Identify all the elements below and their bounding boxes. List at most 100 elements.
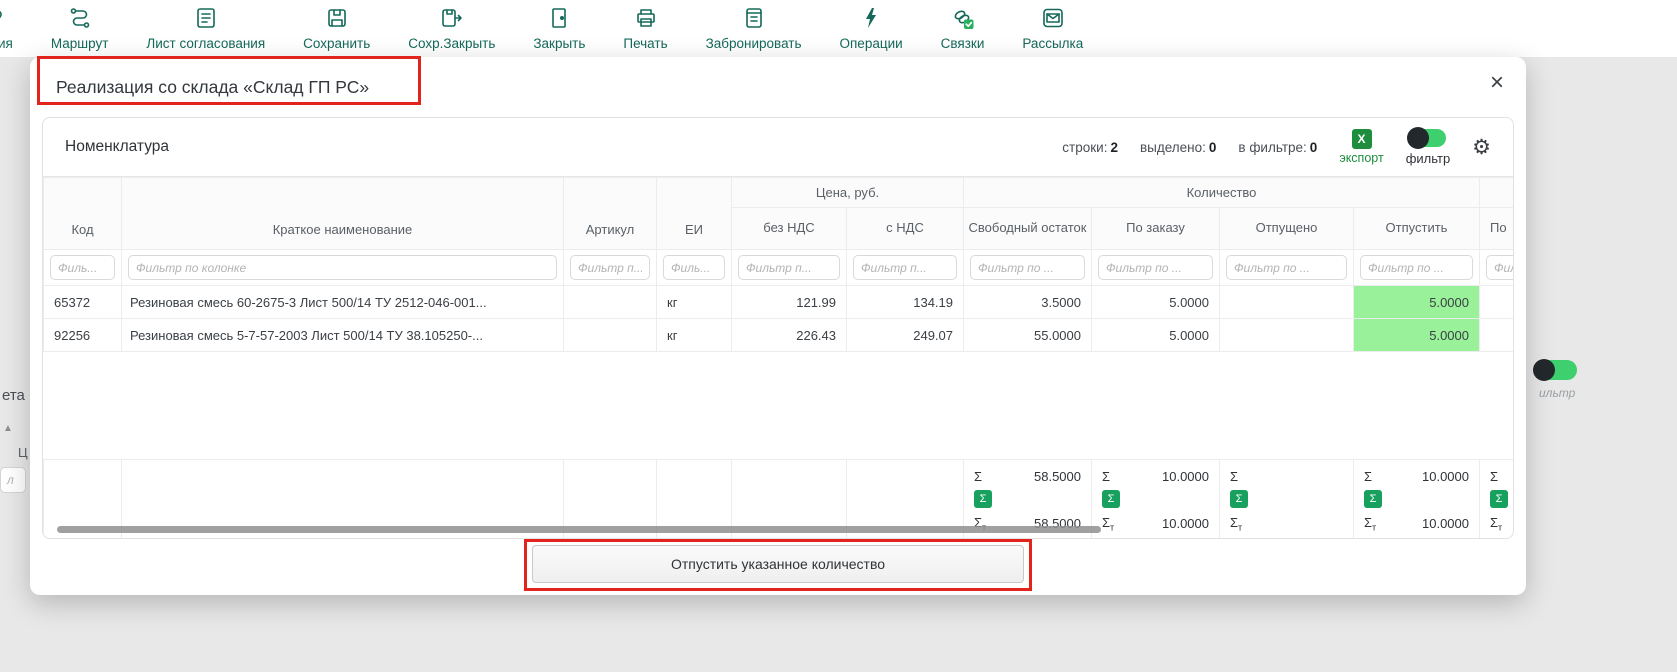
background-filter-toggle bbox=[1537, 360, 1577, 380]
filter-toggle[interactable]: фильтр bbox=[1406, 129, 1450, 166]
sum-filtered-button[interactable]: Σ bbox=[1230, 490, 1248, 508]
toolbar-label: Печать bbox=[623, 36, 667, 51]
cell-ordered: 5.0000 bbox=[1092, 286, 1220, 319]
background-left-fragment: ета ▲ Ц л bbox=[0, 327, 30, 587]
excel-export-button[interactable]: X экспорт bbox=[1339, 129, 1383, 165]
filter-input-unit[interactable] bbox=[663, 255, 725, 280]
horizontal-scrollbar[interactable] bbox=[57, 526, 1101, 533]
toolbar-links[interactable]: Связки bbox=[941, 6, 985, 51]
save-icon bbox=[325, 6, 349, 33]
reserve-icon bbox=[742, 6, 766, 33]
cell-article bbox=[564, 319, 657, 352]
sum-filtered-button[interactable]: Σ bbox=[1102, 490, 1120, 508]
filter-input-price-no-vat[interactable] bbox=[738, 255, 840, 280]
print-icon bbox=[634, 6, 658, 33]
approval-sheet-icon bbox=[194, 6, 218, 33]
cell-released bbox=[1220, 286, 1354, 319]
cell-cutoff bbox=[1480, 319, 1514, 352]
table-row[interactable]: 92256 Резиновая смесь 5-7-57-2003 Лист 5… bbox=[44, 319, 1514, 352]
toolbar-attachments[interactable]: жения bbox=[0, 6, 13, 51]
toolbar-print[interactable]: Печать bbox=[623, 6, 667, 51]
cell-free-stock: 55.0000 bbox=[964, 319, 1092, 352]
filter-input-released[interactable] bbox=[1226, 255, 1347, 280]
toolbar-mailing[interactable]: Рассылка bbox=[1022, 6, 1083, 51]
toggle-track bbox=[1410, 129, 1446, 147]
column-header-name[interactable]: Краткое наименование bbox=[122, 178, 564, 250]
selected-count: выделено:0 bbox=[1140, 140, 1216, 155]
column-header-unit[interactable]: ЕИ bbox=[657, 178, 732, 250]
filter-input-article[interactable] bbox=[570, 255, 650, 280]
column-header-free-stock[interactable]: Свободный остаток bbox=[964, 208, 1092, 250]
toolbar-label: Связки bbox=[941, 36, 985, 51]
toolbar-save-close[interactable]: Сохр.Закрыть bbox=[408, 6, 495, 51]
close-icon[interactable]: × bbox=[1490, 71, 1504, 95]
release-quantity-button[interactable]: Отпустить указанное количество bbox=[532, 545, 1024, 583]
nomenclature-panel: Номенклатура строки:2 выделено:0 в фильт… bbox=[42, 117, 1514, 539]
sum-filtered-button[interactable]: Σ bbox=[1364, 490, 1382, 508]
toolbar-label: Рассылка bbox=[1022, 36, 1083, 51]
filter-toggle-label: фильтр bbox=[1406, 151, 1450, 166]
toolbar-label: Забронировать bbox=[706, 36, 802, 51]
toggle-knob bbox=[1533, 359, 1555, 381]
column-header-ordered[interactable]: По заказу bbox=[1092, 208, 1220, 250]
filter-input-cutoff[interactable] bbox=[1486, 255, 1513, 280]
realization-modal: Реализация со склада «Склад ГП РС» × Ном… bbox=[30, 57, 1526, 595]
sort-arrow-icon: ▲ bbox=[3, 423, 13, 434]
cell-released bbox=[1220, 319, 1354, 352]
sum-filtered-value: 10.0000 bbox=[1422, 516, 1469, 531]
column-header-cutoff[interactable]: По bbox=[1480, 208, 1514, 250]
sum-value: 10.0000 bbox=[1162, 469, 1209, 484]
sum-filtered-button[interactable]: Σ bbox=[974, 490, 992, 508]
sum-value: 58.5000 bbox=[1034, 469, 1081, 484]
toolbar-label: Маршрут bbox=[51, 36, 109, 51]
cell-code: 92256 bbox=[44, 319, 122, 352]
column-header-code[interactable]: Код bbox=[44, 178, 122, 250]
totals-to-release: Σ10.0000 Σ Σт10.0000 bbox=[1354, 460, 1480, 539]
column-header-to-release[interactable]: Отпустить bbox=[1354, 208, 1480, 250]
sum-filtered-button[interactable]: Σ bbox=[1490, 490, 1508, 508]
table-row[interactable]: 65372 Резиновая смесь 60-2675-3 Лист 500… bbox=[44, 286, 1514, 319]
toolbar-approval-sheet[interactable]: Лист согласования bbox=[146, 6, 265, 51]
toolbar-label: Сохр.Закрыть bbox=[408, 36, 495, 51]
toolbar-close-doc[interactable]: Закрыть bbox=[533, 6, 585, 51]
filter-input-to-release[interactable] bbox=[1360, 255, 1473, 280]
cell-name: Резиновая смесь 60-2675-3 Лист 500/14 ТУ… bbox=[122, 286, 564, 319]
cell-unit: кг bbox=[657, 319, 732, 352]
toolbar-operations[interactable]: Операции bbox=[840, 6, 903, 51]
column-header-price-no-vat[interactable]: без НДС bbox=[732, 208, 847, 250]
toggle-knob bbox=[1407, 127, 1429, 149]
excel-icon: X bbox=[1352, 129, 1372, 149]
toolbar-label: Лист согласования bbox=[146, 36, 265, 51]
nomenclature-table: Код Краткое наименование Артикул ЕИ Цена… bbox=[43, 177, 1513, 538]
sum-icon: Σ bbox=[1102, 469, 1110, 484]
route-icon bbox=[68, 6, 92, 33]
toolbar-save[interactable]: Сохранить bbox=[303, 6, 370, 51]
column-header-article[interactable]: Артикул bbox=[564, 178, 657, 250]
toolbar-reserve[interactable]: Забронировать bbox=[706, 6, 802, 51]
cell-to-release-editable[interactable]: 5.0000 bbox=[1354, 319, 1480, 352]
column-header-price-vat[interactable]: с НДС bbox=[847, 208, 964, 250]
attachment-icon bbox=[0, 6, 5, 33]
gear-icon[interactable]: ⚙ bbox=[1472, 135, 1491, 160]
close-doc-icon bbox=[547, 6, 571, 33]
toolbar-route[interactable]: Маршрут bbox=[51, 6, 109, 51]
filtered-count: в фильтре:0 bbox=[1238, 140, 1317, 155]
table-viewport: Код Краткое наименование Артикул ЕИ Цена… bbox=[43, 176, 1513, 538]
cell-to-release-editable[interactable]: 5.0000 bbox=[1354, 286, 1480, 319]
toolbar-label: жения bbox=[0, 36, 13, 51]
filter-input-name[interactable] bbox=[128, 255, 557, 280]
column-header-released[interactable]: Отпущено bbox=[1220, 208, 1354, 250]
sum-icon: Σ bbox=[1490, 469, 1498, 484]
filter-input-code[interactable] bbox=[50, 255, 115, 280]
group-header-quantity: Количество bbox=[964, 178, 1480, 208]
panel-title: Номенклатура bbox=[65, 138, 169, 156]
sum-filtered-icon: Σт bbox=[1102, 515, 1114, 533]
filter-input-price-vat[interactable] bbox=[853, 255, 957, 280]
action-row: Отпустить указанное количество bbox=[30, 545, 1526, 583]
rows-count: строки:2 bbox=[1062, 140, 1118, 155]
cell-ordered: 5.0000 bbox=[1092, 319, 1220, 352]
modal-title: Реализация со склада «Склад ГП РС» bbox=[56, 77, 369, 98]
filter-input-ordered[interactable] bbox=[1098, 255, 1213, 280]
filter-input-free-stock[interactable] bbox=[970, 255, 1085, 280]
group-header-price: Цена, руб. bbox=[732, 178, 964, 208]
